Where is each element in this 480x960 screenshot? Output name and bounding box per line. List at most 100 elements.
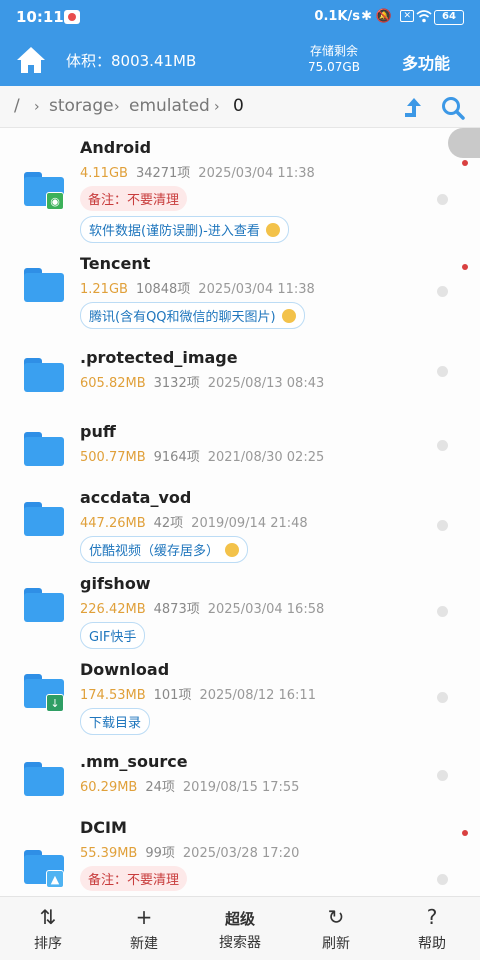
chevron-right-icon: › bbox=[34, 99, 40, 115]
file-size: 226.42MB bbox=[80, 602, 146, 617]
nav-super-search[interactable]: 超级 搜索器 bbox=[192, 897, 288, 960]
description-tag[interactable]: 腾讯(含有QQ和微信的聊天图片) bbox=[80, 302, 305, 329]
folder-icon bbox=[24, 502, 64, 536]
folder-icon bbox=[24, 762, 64, 796]
chevron-right-icon: › bbox=[214, 99, 220, 115]
file-row[interactable]: gifshow 226.42MB 4873项 2025/03/04 16:58 GIF快… bbox=[0, 572, 480, 662]
modified-date: 2021/08/30 02:25 bbox=[207, 450, 325, 465]
file-size: 60.29MB bbox=[80, 780, 138, 795]
folder-icon bbox=[24, 588, 64, 622]
file-row[interactable]: ◉ Android 4.11GB 34271项 2025/03/04 11:38 备注：不… bbox=[0, 136, 480, 243]
file-meta: 4.11GB 34271项 2025/03/04 11:38 bbox=[80, 162, 315, 181]
file-size: 447.26MB bbox=[80, 516, 146, 531]
android-icon: ◉ bbox=[46, 192, 64, 210]
file-row[interactable]: ▲ DCIM 55.39MB 99项 2025/03/28 17:20 备注：不要清理 bbox=[0, 816, 480, 896]
file-meta: 605.82MB 3132项 2025/08/13 08:43 bbox=[80, 372, 324, 391]
tag-label: 优酷视频（缓存居多） bbox=[89, 544, 220, 559]
modified-date: 2019/09/14 21:48 bbox=[191, 516, 308, 531]
description-tag[interactable]: 优酷视频（缓存居多） bbox=[80, 536, 249, 563]
help-icon: ? bbox=[426, 905, 438, 929]
nav-label: 搜索器 bbox=[219, 935, 261, 951]
status-bar: 10:11 0.1K/s ✱ 🔕 ✕ 64 bbox=[0, 0, 480, 32]
description-tag: 下载目录 bbox=[80, 708, 151, 735]
select-checkbox[interactable] bbox=[437, 692, 448, 703]
item-count: 10848项 bbox=[135, 282, 191, 297]
select-checkbox[interactable] bbox=[437, 606, 448, 617]
lightbulb-icon bbox=[265, 223, 280, 237]
item-count: 3132项 bbox=[153, 376, 200, 391]
update-indicator-dot bbox=[462, 264, 468, 270]
description-tag[interactable]: 软件数据(谨防误删)-进入查看 bbox=[80, 216, 289, 243]
breadcrumb-current: 0 bbox=[233, 96, 244, 116]
nav-refresh[interactable]: ↻ 刷新 bbox=[288, 897, 384, 960]
tag-label: 备注：不要清理 bbox=[88, 873, 180, 888]
modified-date: 2025/03/04 16:58 bbox=[207, 602, 325, 617]
top-bar: 10:11 0.1K/s ✱ 🔕 ✕ 64 体积：8003.41MB 存储剩余 … bbox=[0, 0, 480, 86]
item-count: 99项 bbox=[145, 846, 175, 861]
folder-icon: ↓ bbox=[24, 674, 64, 712]
file-meta: 174.53MB 101项 2025/08/12 16:11 bbox=[80, 684, 316, 703]
file-size: 500.77MB bbox=[80, 450, 146, 465]
clock: 10:11 bbox=[16, 8, 64, 26]
app-notification-icon bbox=[64, 10, 80, 24]
breadcrumb-storage[interactable]: storage bbox=[49, 96, 114, 116]
go-up-icon[interactable] bbox=[402, 96, 428, 120]
modified-date: 2025/03/04 11:38 bbox=[198, 282, 315, 297]
nav-sort[interactable]: ⇅ 排序 bbox=[0, 897, 96, 960]
lightbulb-icon bbox=[281, 309, 296, 323]
select-checkbox[interactable] bbox=[437, 770, 448, 781]
tag-label: 腾讯(含有QQ和微信的聊天图片) bbox=[89, 310, 276, 325]
file-meta: 55.39MB 99项 2025/03/28 17:20 bbox=[80, 842, 299, 861]
folder-icon bbox=[24, 432, 64, 466]
battery-icon: 64 bbox=[434, 10, 464, 25]
item-count: 42项 bbox=[153, 516, 184, 531]
file-meta: 500.77MB 9164项 2021/08/30 02:25 bbox=[80, 446, 324, 465]
breadcrumb-emulated[interactable]: emulated bbox=[129, 96, 210, 116]
more-functions-button[interactable]: 多功能 bbox=[402, 50, 450, 74]
file-size: 1.21GB bbox=[80, 282, 128, 297]
file-meta: 447.26MB 42项 2019/09/14 21:48 bbox=[80, 512, 308, 531]
select-checkbox[interactable] bbox=[437, 874, 448, 885]
breadcrumb-root[interactable]: / bbox=[14, 96, 20, 116]
nav-label: 刷新 bbox=[322, 936, 350, 952]
file-row[interactable]: ↓ Download 174.53MB 101项 2025/08/12 16:11 下载目… bbox=[0, 658, 480, 748]
file-meta: 1.21GB 10848项 2025/03/04 11:38 bbox=[80, 278, 315, 297]
modified-date: 2025/08/12 16:11 bbox=[199, 688, 316, 703]
modified-date: 2019/08/15 17:55 bbox=[182, 780, 300, 795]
file-name: gifshow bbox=[80, 574, 151, 593]
folder-icon: ▲ bbox=[24, 850, 64, 888]
mute-icon: 🔕 bbox=[375, 9, 392, 24]
note-tag: 备注：不要清理 bbox=[80, 866, 188, 891]
nav-add[interactable]: + 新建 bbox=[96, 897, 192, 960]
file-name: Tencent bbox=[80, 254, 151, 273]
search-icon[interactable] bbox=[440, 95, 466, 121]
nav-label: 排序 bbox=[34, 936, 62, 952]
file-list[interactable]: ◉ Android 4.11GB 34271项 2025/03/04 11:38 备注：不… bbox=[0, 128, 480, 896]
select-checkbox[interactable] bbox=[437, 366, 448, 377]
select-checkbox[interactable] bbox=[437, 286, 448, 297]
nav-help[interactable]: ? 帮助 bbox=[384, 897, 480, 960]
select-checkbox[interactable] bbox=[437, 194, 448, 205]
net-speed: 0.1K/s bbox=[314, 9, 360, 24]
select-checkbox[interactable] bbox=[437, 440, 448, 451]
storage-remaining-label: 存储剩余 bbox=[309, 44, 358, 58]
file-row[interactable]: Tencent 1.21GB 10848项 2025/03/04 11:38 腾讯(含有… bbox=[0, 252, 480, 342]
select-checkbox[interactable] bbox=[437, 520, 448, 531]
chevron-right-icon: › bbox=[114, 99, 120, 115]
file-row[interactable]: accdata_vod 447.26MB 42项 2019/09/14 21:48 优酷… bbox=[0, 486, 480, 576]
storage-volume: 体积：8003.41MB bbox=[66, 52, 197, 70]
folder-icon bbox=[24, 358, 64, 392]
refresh-icon: ↻ bbox=[327, 905, 345, 929]
nav-label: 新建 bbox=[130, 936, 158, 952]
description-tag: GIF快手 bbox=[80, 622, 146, 649]
sort-icon: ⇅ bbox=[39, 905, 57, 929]
home-icon[interactable] bbox=[14, 44, 48, 76]
tag-label: GIF快手 bbox=[89, 630, 137, 645]
tag-label: 备注：不要清理 bbox=[88, 193, 180, 208]
nav-label: 帮助 bbox=[418, 936, 446, 952]
file-name: .protected_image bbox=[80, 348, 238, 367]
modified-date: 2025/03/04 11:38 bbox=[198, 166, 315, 181]
modified-date: 2025/03/28 17:20 bbox=[182, 846, 300, 861]
update-indicator-dot bbox=[462, 160, 468, 166]
file-name: accdata_vod bbox=[80, 488, 192, 507]
